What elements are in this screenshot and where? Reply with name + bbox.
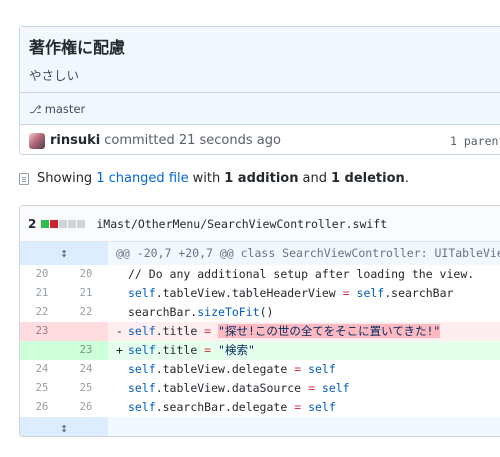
code-line: // Do any additional setup after loading… xyxy=(128,267,475,281)
unfold-icon[interactable]: ↕ xyxy=(20,242,108,265)
old-line-number[interactable]: 26 xyxy=(20,398,64,417)
diffstat-block-add xyxy=(41,219,50,228)
old-line-number[interactable]: 21 xyxy=(20,284,64,303)
new-line-number[interactable]: 22 xyxy=(64,303,108,322)
code-line: self.searchBar.delegate = self xyxy=(128,400,336,414)
diff-line: 25 25 self.tableView.dataSource = self xyxy=(20,379,500,398)
commit-time: committed 21 seconds ago xyxy=(104,133,281,148)
commit-meta: rinsuki committed 21 seconds ago 1 paren… xyxy=(20,125,500,156)
commit-description: やさしい xyxy=(29,68,80,83)
code-line: self.tableView.dataSource = self xyxy=(128,381,350,395)
hunk-header: @@ -20,7 +20,7 @@ class SearchViewContro… xyxy=(116,246,500,260)
old-line-number[interactable]: 20 xyxy=(20,265,64,284)
diffstat-count: 2 xyxy=(28,216,37,231)
old-line-number[interactable]: 25 xyxy=(20,379,64,398)
git-branch-icon: ⎇ xyxy=(29,102,42,116)
old-line-number[interactable]: 23 xyxy=(20,322,64,341)
new-line-number[interactable] xyxy=(64,322,108,341)
code-line: self.tableView.delegate = self xyxy=(128,362,336,376)
avatar[interactable] xyxy=(29,132,45,149)
diff-line: 22 22 searchBar.sizeToFit() xyxy=(20,303,500,322)
file-icon xyxy=(19,172,29,185)
diff-line: 21 21 self.tableView.tableHeaderView = se… xyxy=(20,284,500,303)
unfold-icon[interactable]: ↕ xyxy=(20,417,108,436)
summary-additions: 1 addition xyxy=(224,171,299,186)
expand-bottom-row: ↕ xyxy=(20,417,500,436)
changed-files-link[interactable]: 1 changed file xyxy=(96,171,188,186)
commit-title: 著作権に配慮 xyxy=(29,38,126,57)
new-line-number[interactable]: 26 xyxy=(64,398,108,417)
diff-line: 20 20 // Do any additional setup after lo… xyxy=(20,265,500,284)
summary-with: with xyxy=(192,171,221,186)
diff-line: 24 24 self.tableView.delegate = self xyxy=(20,360,500,379)
code-line: self.title = "探せ!この世の全てをそこに置いてきた!" xyxy=(128,324,441,338)
diff-lines: 20 20 // Do any additional setup after lo… xyxy=(20,265,500,417)
diff-summary: Showing 1 changed file with 1 addition a… xyxy=(19,171,409,186)
old-line-number[interactable]: 22 xyxy=(20,303,64,322)
hunk-header-row: ↕ @@ -20,7 +20,7 @@ class SearchViewCont… xyxy=(20,242,500,265)
code-line: self.tableView.tableHeaderView = self.se… xyxy=(128,286,454,300)
diffstat-block-neu xyxy=(68,219,77,228)
diffstat-bar xyxy=(41,217,86,231)
new-line-number[interactable]: 25 xyxy=(64,379,108,398)
summary-and: and xyxy=(302,171,327,186)
new-line-number[interactable]: 23 xyxy=(64,341,108,360)
commit-header: 著作権に配慮 やさしい ⎇ master xyxy=(20,27,500,125)
new-line-number[interactable]: 20 xyxy=(64,265,108,284)
old-line-number[interactable] xyxy=(20,341,64,360)
summary-period: . xyxy=(404,171,409,186)
file-path-link[interactable]: iMast/OtherMenu/SearchViewController.swi… xyxy=(96,217,387,231)
new-line-number[interactable]: 21 xyxy=(64,284,108,303)
diff-file: 2 iMast/OtherMenu/SearchViewController.s… xyxy=(19,205,500,437)
diff-line: 23 + self.title = "検索" xyxy=(20,341,500,360)
diffstat-block-del xyxy=(50,219,59,228)
file-header: 2 iMast/OtherMenu/SearchViewController.s… xyxy=(20,206,500,242)
new-line-number[interactable]: 24 xyxy=(64,360,108,379)
old-line-number[interactable]: 24 xyxy=(20,360,64,379)
parents-info: 1 parent xyxy=(450,133,500,148)
author-link[interactable]: rinsuki xyxy=(50,133,100,148)
diffstat-block-neu xyxy=(59,219,68,228)
code-line: searchBar.sizeToFit() xyxy=(128,305,274,319)
summary-deletions: 1 deletion xyxy=(330,171,405,186)
expand-bottom-fill xyxy=(108,417,500,436)
commit-box: 著作権に配慮 やさしい ⎇ master rinsuki committed 2… xyxy=(19,26,500,155)
diff-marker: + xyxy=(116,343,123,357)
code-line: self.title = "検索" xyxy=(128,343,255,357)
diff-marker: - xyxy=(116,324,123,338)
branch-row: ⎇ master xyxy=(20,92,500,125)
diffstat-block-neu xyxy=(77,219,86,228)
diff-line: 23 - self.title = "探せ!この世の全てをそこに置いてきた!" xyxy=(20,322,500,341)
summary-showing: Showing xyxy=(37,171,93,186)
branch-link[interactable]: master xyxy=(45,102,86,116)
diff-line: 26 26 self.searchBar.delegate = self xyxy=(20,398,500,417)
